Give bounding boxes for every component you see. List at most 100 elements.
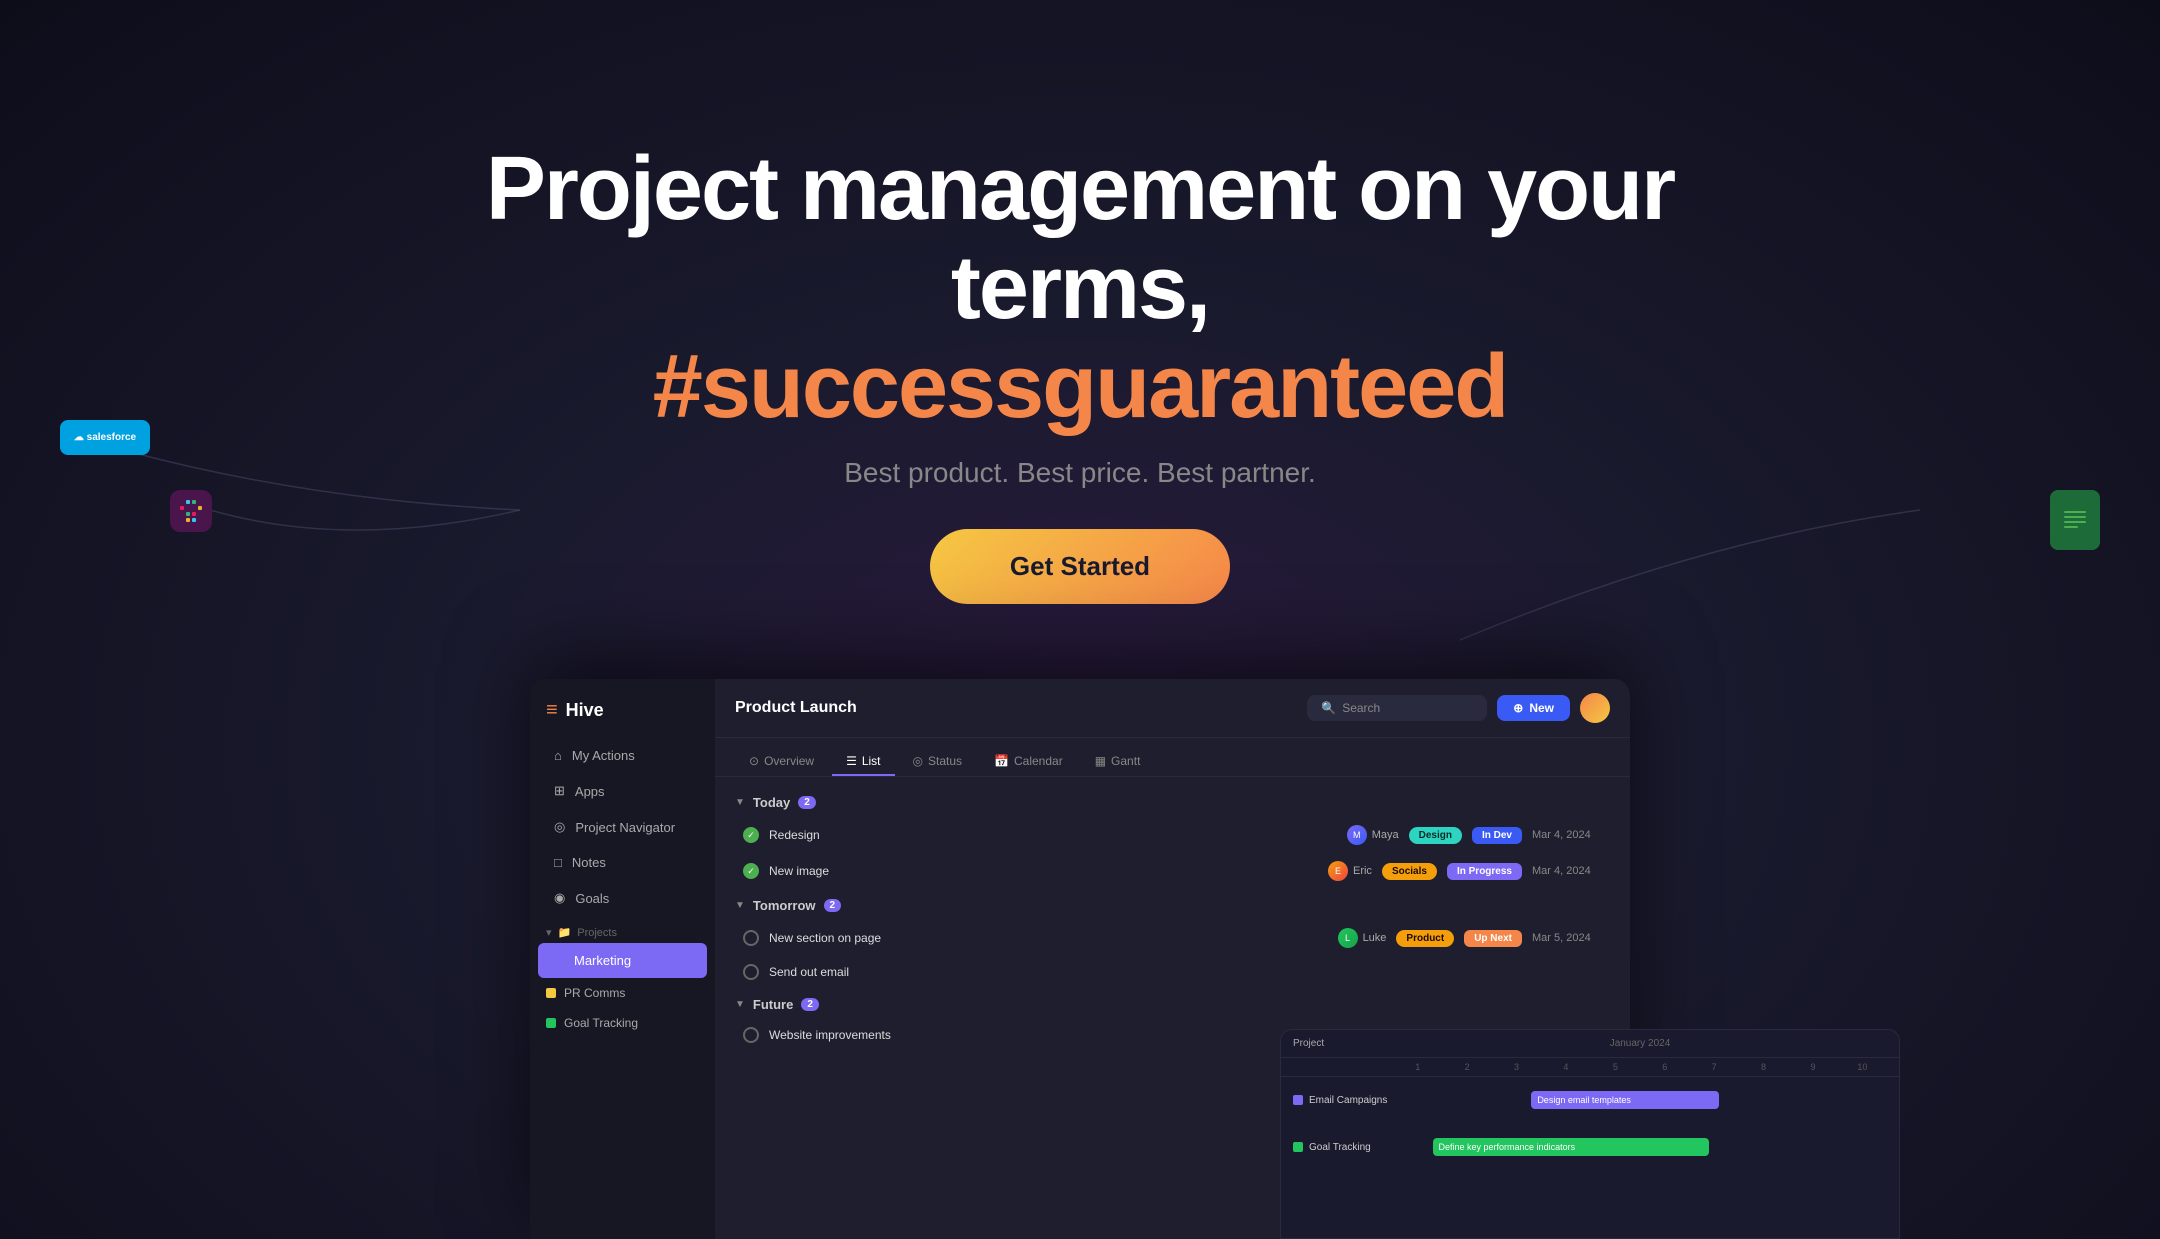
status-indev: In Dev: [1472, 827, 1522, 844]
project-label-marketing: Marketing: [574, 953, 631, 968]
task-name-send-email: Send out email: [769, 965, 1602, 979]
gantt-day-7: 7: [1689, 1062, 1738, 1072]
future-count-badge: 2: [801, 998, 819, 1011]
sidebar-label-notes: Notes: [572, 855, 606, 870]
hive-logo-icon: ≡: [546, 699, 558, 722]
projects-section-header: ▾ 📁 Projects: [530, 916, 715, 943]
section-tomorrow: ▼ Tomorrow 2: [735, 890, 1610, 921]
hero-subtitle: Best product. Best price. Best partner.: [380, 457, 1780, 489]
task-name-new-image: New image: [769, 864, 1318, 878]
new-button[interactable]: ⊕ New: [1497, 695, 1570, 721]
gantt-day-4: 4: [1541, 1062, 1590, 1072]
task-name-redesign: Redesign: [769, 828, 1337, 842]
sidebar: ≡ Hive ⌂ My Actions ⊞ Apps ◎ Project Nav…: [530, 679, 715, 1239]
gantt-day-6: 6: [1640, 1062, 1689, 1072]
sidebar-item-apps[interactable]: ⊞ Apps: [538, 773, 707, 809]
tomorrow-count-badge: 2: [824, 899, 842, 912]
task-row-send-email[interactable]: Send out email: [735, 957, 1610, 987]
file-icon: □: [554, 855, 562, 870]
task-assignee-new-image: E Eric: [1328, 861, 1372, 881]
project-title: Product Launch: [735, 699, 857, 717]
sidebar-project-goal-tracking[interactable]: Goal Tracking: [530, 1008, 715, 1038]
tab-calendar[interactable]: 📅 Calendar: [980, 748, 1077, 776]
tab-overview[interactable]: ⊙ Overview: [735, 748, 828, 776]
status-icon: ◎: [913, 754, 923, 768]
checkmark-new-image: ✓: [747, 866, 755, 877]
gantt-label-goal-text: Goal Tracking: [1309, 1142, 1371, 1153]
gantt-label-email: Email Campaigns: [1293, 1095, 1393, 1106]
project-label-goal-tracking: Goal Tracking: [564, 1016, 638, 1030]
tab-gantt[interactable]: ▦ Gantt: [1081, 748, 1155, 776]
gantt-date-headers: January 2024: [1393, 1038, 1887, 1049]
sidebar-item-notes[interactable]: □ Notes: [538, 845, 707, 880]
sidebar-label-apps: Apps: [575, 784, 605, 799]
list-icon: ☰: [846, 754, 857, 768]
tabs-bar: ⊙ Overview ☰ List ◎ Status 📅 Calendar ▦ …: [715, 738, 1630, 777]
task-assignee-redesign: M Maya: [1347, 825, 1399, 845]
sheets-integration-icon: [2050, 490, 2100, 550]
sidebar-item-my-actions[interactable]: ⌂ My Actions: [538, 738, 707, 773]
sidebar-label-goals: Goals: [575, 891, 609, 906]
sidebar-project-pr-comms[interactable]: PR Comms: [530, 978, 715, 1008]
task-assignee-luke: L Luke: [1338, 928, 1387, 948]
gantt-header: Project January 2024: [1281, 1030, 1899, 1058]
new-button-label: New: [1529, 701, 1554, 715]
task-row-redesign[interactable]: ✓ Redesign M Maya Design In Dev Mar 4, 2…: [735, 818, 1610, 852]
avatar-luke: L: [1338, 928, 1358, 948]
gantt-day-1: 1: [1393, 1062, 1442, 1072]
today-count-badge: 2: [798, 796, 816, 809]
task-date-new-image: Mar 4, 2024: [1532, 865, 1602, 877]
gantt-day-9: 9: [1788, 1062, 1837, 1072]
tag-design: Design: [1409, 827, 1462, 844]
task-row-new-image[interactable]: ✓ New image E Eric Socials In Progress M…: [735, 854, 1610, 888]
hero-title-line1: Project management on your terms,: [380, 140, 1780, 338]
assignee-name-maya: Maya: [1372, 829, 1399, 841]
task-check-send-email: [743, 964, 759, 980]
section-future: ▼ Future 2: [735, 989, 1610, 1020]
get-started-button[interactable]: Get Started: [930, 529, 1230, 604]
project-color-goal-tracking: [546, 1018, 556, 1028]
sidebar-project-marketing[interactable]: Marketing: [538, 943, 707, 978]
sidebar-item-goals[interactable]: ◉ Goals: [538, 880, 707, 916]
sidebar-label-my-actions: My Actions: [572, 748, 635, 763]
status-upnext: Up Next: [1464, 930, 1522, 947]
gantt-project-column-header: Project: [1293, 1038, 1393, 1049]
gantt-row-goal: Goal Tracking Define key performance ind…: [1281, 1124, 1899, 1170]
user-avatar[interactable]: [1580, 693, 1610, 723]
search-placeholder: Search: [1342, 701, 1380, 715]
home-icon: ⌂: [554, 748, 562, 763]
sidebar-item-project-navigator[interactable]: ◎ Project Navigator: [538, 809, 707, 845]
gantt-label-email-text: Email Campaigns: [1309, 1095, 1387, 1106]
avatar-maya: M: [1347, 825, 1367, 845]
search-icon: 🔍: [1321, 701, 1336, 715]
checkmark-redesign: ✓: [747, 830, 755, 841]
tab-overview-label: Overview: [764, 754, 814, 768]
arrow-tomorrow: ▼: [735, 900, 745, 911]
folder-icon: 📁: [558, 926, 572, 939]
arrow-today: ▼: [735, 797, 745, 808]
gantt-day-headers: 1 2 3 4 5 6 7 8 9 10: [1281, 1058, 1899, 1077]
gantt-month-label: January 2024: [1393, 1038, 1887, 1049]
gantt-day-3: 3: [1492, 1062, 1541, 1072]
gantt-label-goal: Goal Tracking: [1293, 1142, 1393, 1153]
tag-socials: Socials: [1382, 863, 1437, 880]
status-inprogress: In Progress: [1447, 863, 1522, 880]
gantt-row-email: Email Campaigns Design email templates: [1281, 1077, 1899, 1124]
plus-icon: ⊕: [1513, 701, 1523, 715]
task-date-new-section: Mar 5, 2024: [1532, 932, 1602, 944]
section-tomorrow-label: Tomorrow: [753, 898, 816, 913]
section-future-label: Future: [753, 997, 793, 1012]
search-box[interactable]: 🔍 Search: [1307, 695, 1487, 721]
salesforce-integration-icon: ☁ salesforce: [60, 420, 150, 455]
tab-list[interactable]: ☰ List: [832, 748, 894, 776]
app-header: Product Launch 🔍 Search ⊕ New: [715, 679, 1630, 738]
gantt-bar-goal: Define key performance indicators: [1433, 1138, 1710, 1156]
task-name-new-section: New section on page: [769, 931, 1328, 945]
section-today-label: Today: [753, 795, 790, 810]
tab-status[interactable]: ◎ Status: [899, 748, 977, 776]
hive-logo-text: Hive: [566, 700, 604, 721]
assignee-name-luke: Luke: [1363, 932, 1387, 944]
task-row-new-section[interactable]: New section on page L Luke Product Up Ne…: [735, 921, 1610, 955]
slack-integration-icon: [170, 490, 212, 532]
hive-logo: ≡ Hive: [530, 699, 715, 738]
